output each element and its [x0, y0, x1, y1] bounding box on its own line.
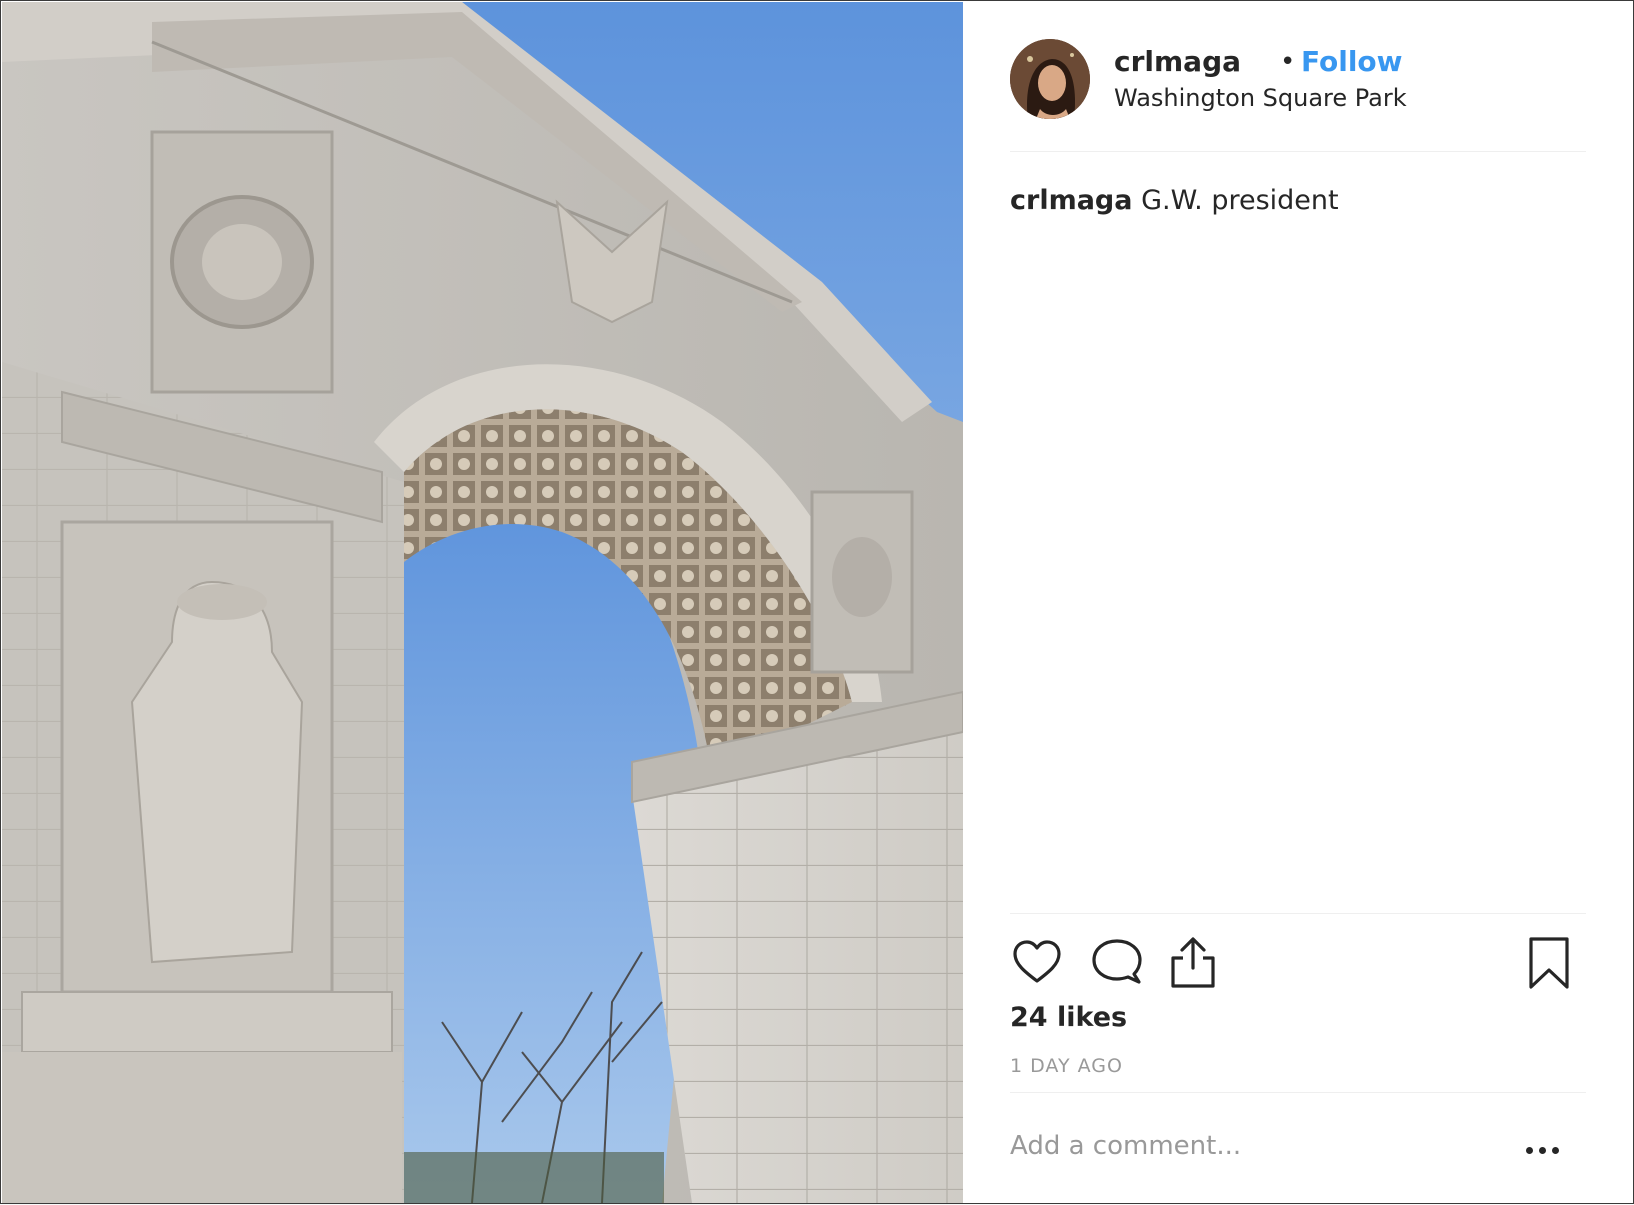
post-photo[interactable] [2, 2, 963, 1203]
share-icon [1171, 937, 1215, 988]
save-button[interactable] [1522, 936, 1576, 990]
post-details-panel: crlmaga • Follow Washington Square Park … [964, 1, 1634, 1205]
bookmark-icon [1529, 937, 1569, 989]
post-timestamp[interactable]: 1 DAY AGO [1010, 1055, 1123, 1077]
author-username[interactable]: crlmaga [1114, 45, 1241, 78]
share-button[interactable] [1166, 936, 1220, 990]
location-link[interactable]: Washington Square Park [1114, 84, 1407, 112]
action-bar [1010, 936, 1592, 990]
avatar-image [1010, 39, 1090, 119]
arch-photo-image [2, 2, 963, 1203]
avatar[interactable] [1010, 39, 1090, 119]
follow-button[interactable]: Follow [1301, 45, 1403, 78]
more-options-button[interactable] [1516, 1135, 1576, 1165]
more-options-icon [1526, 1147, 1533, 1154]
post-header: crlmaga • Follow Washington Square Park [1010, 39, 1590, 123]
comment-box [1010, 1113, 1590, 1183]
caption-username[interactable]: crlmaga [1010, 185, 1132, 216]
comment-bubble-icon [1092, 939, 1142, 984]
comment-button[interactable] [1090, 936, 1144, 990]
caption: crlmaga G.W. president [1010, 183, 1586, 219]
comment-input[interactable] [1010, 1123, 1490, 1169]
like-button[interactable] [1010, 936, 1064, 990]
separator-dot: • [1280, 47, 1296, 77]
comment-divider [1010, 1092, 1586, 1093]
caption-text: G.W. president [1141, 185, 1339, 216]
likes-count[interactable]: 24 likes [1010, 1002, 1127, 1033]
actions-divider [1010, 913, 1586, 914]
post-modal: crlmaga • Follow Washington Square Park … [0, 0, 1634, 1204]
heart-icon [1013, 940, 1061, 983]
header-divider [1010, 151, 1586, 152]
